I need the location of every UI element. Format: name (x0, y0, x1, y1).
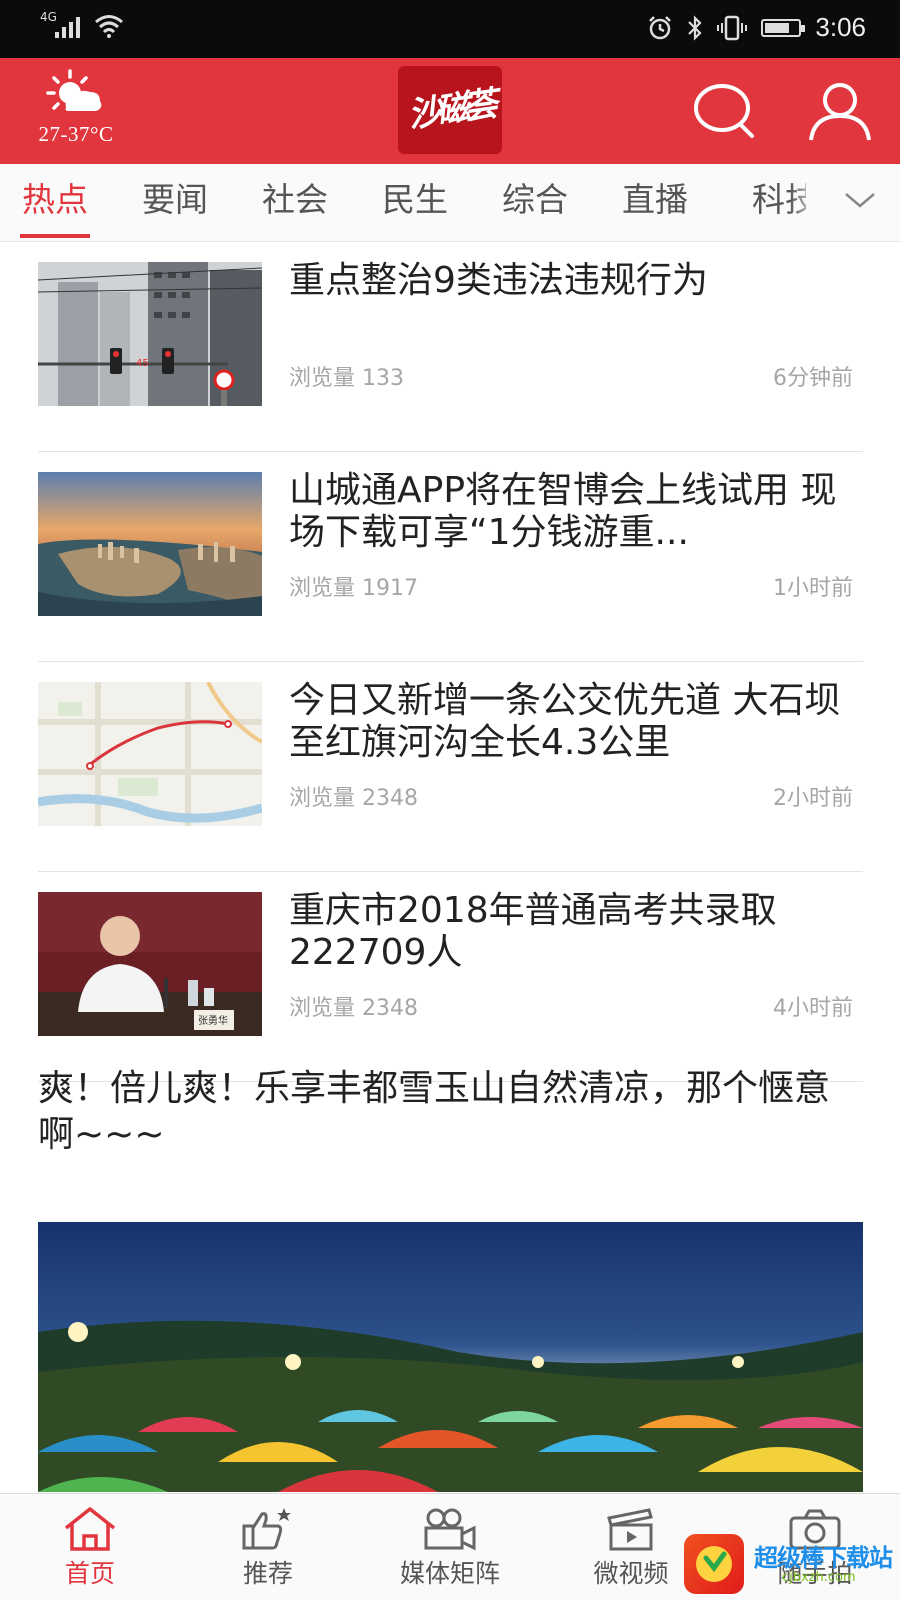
chevron-down-icon (845, 193, 875, 208)
news-timestamp: 2小时前 (773, 786, 853, 811)
nav-label: 微视频 (593, 1559, 669, 1588)
news-thumbnail (38, 472, 262, 616)
network-label: 4G (40, 10, 57, 24)
search-button[interactable] (692, 82, 762, 144)
status-bar: 4G 3:06 (0, 0, 900, 58)
app-header: 27-37°C 沙磁荟 (0, 58, 900, 164)
svg-text:45: 45 (136, 358, 149, 369)
nav-media-matrix[interactable]: 媒体矩阵 (380, 1494, 520, 1601)
featured-article[interactable]: 爽！倍儿爽！乐享丰都雪玉山自然清凉，那个惬意啊~~~ (38, 1066, 863, 1492)
watermark-url: cjbxzh.com (782, 1570, 856, 1585)
thumbs-up-icon (242, 1508, 291, 1550)
news-item[interactable]: 张勇华 重庆市2018年普通高考共录取222709人 浏览量 2348 4小时前 (38, 872, 863, 1082)
weather-temperature: 27-37°C (38, 122, 114, 146)
news-title: 重点整治9类违法违规行为 (289, 260, 708, 301)
news-item[interactable]: 今日又新增一条公交优先道 大石坝至红旗河沟全长4.3公里 浏览量 2348 2小… (38, 662, 863, 872)
nav-recommend[interactable]: 推荐 (218, 1494, 318, 1601)
news-title: 今日又新增一条公交优先道 大石坝至红旗河沟全长4.3公里 (289, 680, 841, 763)
news-thumbnail: 45 (38, 262, 262, 406)
news-title: 重庆市2018年普通高考共录取222709人 (289, 890, 777, 973)
watermark: 超级棒下载站 cjbxzh.com (684, 1530, 900, 1600)
news-thumbnail: 张勇华 (38, 892, 262, 1036)
category-tabs: 热点 要闻 社会 民生 综合 直播 科技 (0, 164, 900, 242)
nav-micro-video[interactable]: 微视频 (576, 1494, 686, 1601)
bluetooth-icon (688, 14, 702, 41)
nav-label: 首页 (64, 1559, 115, 1588)
watermark-logo (684, 1534, 744, 1594)
news-thumbnail (38, 682, 262, 826)
news-view-count: 浏览量 2348 (289, 786, 418, 811)
wifi-icon (94, 15, 123, 38)
video-camera-icon (424, 1508, 476, 1551)
news-title: 山城通APP将在智博会上线试用 现场下载可享“1分钱游重... (289, 470, 837, 553)
featured-title: 爽！倍儿爽！乐享丰都雪玉山自然清凉，那个惬意啊~~~ (38, 1068, 831, 1155)
user-button[interactable] (806, 80, 874, 146)
watermark-text: 超级棒下载站 (754, 1544, 893, 1572)
tab-fade (790, 164, 820, 241)
news-item[interactable]: 山城通APP将在智博会上线试用 现场下载可享“1分钱游重... 浏览量 1917… (38, 452, 863, 662)
alarm-icon (649, 15, 672, 39)
tab-general[interactable]: 综合 (502, 164, 568, 241)
partly-sunny-icon (46, 69, 102, 111)
app-logo: 沙磁荟 (398, 66, 502, 154)
tab-society[interactable]: 社会 (262, 164, 328, 241)
user-icon (809, 83, 871, 141)
signal-icon (54, 16, 80, 38)
news-view-count: 浏览量 2348 (289, 996, 418, 1021)
vibrate-icon (717, 15, 748, 40)
news-timestamp: 6分钟前 (773, 366, 853, 391)
tab-hot[interactable]: 热点 (20, 164, 90, 241)
nav-label: 媒体矩阵 (399, 1559, 500, 1588)
status-left: 4G (40, 10, 124, 38)
tab-live[interactable]: 直播 (622, 164, 688, 241)
tab-livelihood[interactable]: 民生 (382, 164, 448, 241)
nav-label: 推荐 (242, 1559, 293, 1588)
battery-icon (761, 18, 806, 37)
status-right: 3:06 (647, 12, 866, 43)
search-icon (694, 84, 754, 138)
clapperboard-icon (607, 1508, 653, 1551)
logo-text: 沙磁荟 (405, 84, 495, 136)
news-view-count: 浏览量 133 (289, 366, 404, 391)
svg-text:张勇华: 张勇华 (198, 1014, 228, 1027)
nav-home[interactable]: 首页 (40, 1494, 140, 1601)
news-view-count: 浏览量 1917 (289, 576, 418, 601)
more-tabs-button[interactable] (820, 164, 900, 241)
featured-image (38, 1222, 863, 1492)
weather-widget[interactable]: 27-37°C (30, 68, 122, 147)
clock: 3:06 (815, 12, 866, 42)
tab-important-news[interactable]: 要闻 (142, 164, 208, 241)
news-timestamp: 1小时前 (773, 576, 853, 601)
news-timestamp: 4小时前 (773, 996, 853, 1021)
news-item[interactable]: 45 重点整治9类违法违规行为 浏览量 133 6分钟前 (38, 242, 863, 452)
home-icon (64, 1507, 116, 1551)
